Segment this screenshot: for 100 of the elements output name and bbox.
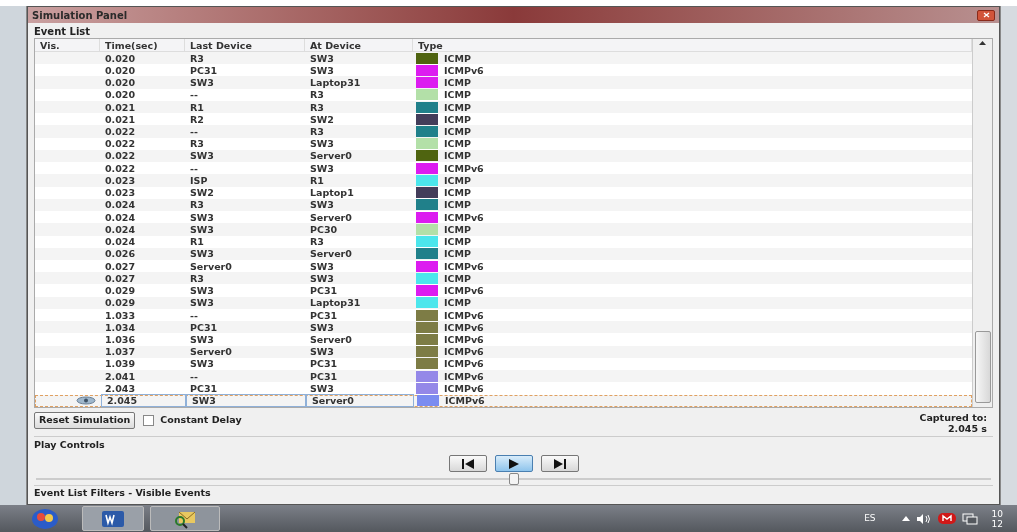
caret-up-icon[interactable] [901, 516, 910, 521]
table-cell-text: Server0 [309, 248, 353, 260]
table-cell: ICMP [444, 236, 471, 248]
taskbar-app-icon[interactable] [150, 506, 220, 531]
skip-forward-icon [552, 458, 567, 469]
table-cell-text: 0.021 [104, 113, 137, 125]
event-row[interactable]: 0.023 ISP R1 ICMP [35, 174, 972, 187]
event-row[interactable]: 1.034 PC31 SW3 ICMPv6 [35, 321, 972, 334]
table-cell: Server0 [306, 394, 414, 408]
event-row[interactable]: 0.024 SW3 PC30 ICMP [35, 223, 972, 236]
table-cell-text: 0.020 [104, 52, 137, 64]
table-cell-text: SW2 [189, 187, 215, 199]
play-button[interactable] [494, 455, 533, 472]
table-cell-text: SW3 [309, 260, 335, 272]
captured-value: 2.045 s [948, 423, 987, 434]
table-cell-text: 0.023 [104, 174, 137, 186]
skip-back-icon [460, 458, 475, 469]
table-cell-text: Server0 [189, 260, 233, 272]
table-cell-text: 1.033 [104, 309, 137, 321]
table-cell-text: R3 [189, 138, 205, 150]
table-cell-text: 0.020 [104, 89, 137, 101]
table-cell-text: 0.024 [104, 211, 137, 223]
event-row[interactable]: 0.020 R3 SW3 ICMP [35, 52, 972, 65]
scrollbar-thumb[interactable] [974, 331, 991, 403]
back-button[interactable] [448, 455, 487, 472]
event-row[interactable]: 0.020 SW3 Laptop31 ICMP [35, 76, 972, 89]
clock-text: 10 [991, 508, 1003, 519]
column-header[interactable]: Vis. [35, 39, 100, 51]
table-cell-text: -- [189, 126, 199, 137]
forward-button[interactable] [540, 455, 579, 472]
table-cell-text: R1 [189, 236, 205, 248]
table-cell-text: 0.022 [104, 126, 137, 137]
table-cell-text: SW3 [189, 285, 215, 297]
table-cell: ICMP [444, 89, 471, 101]
table-cell-text: R2 [189, 113, 205, 125]
speed-slider[interactable] [36, 473, 991, 485]
close-button[interactable] [977, 9, 995, 21]
table-cell-text: 0.026 [104, 248, 137, 260]
taskbar-app-icon[interactable] [82, 506, 144, 531]
table-cell-text: SW3 [309, 64, 335, 76]
table-cell: ICMP [444, 223, 471, 235]
table-cell: ICMPv6 [444, 260, 484, 272]
table-cell-text: 0.029 [104, 297, 137, 309]
table-cell: ICMP [444, 272, 471, 284]
table-cell-text: SW3 [309, 346, 335, 358]
table-cell-text: PC31 [189, 382, 219, 394]
speaker-icon[interactable] [915, 513, 932, 524]
table-cell: ICMP [444, 101, 471, 113]
network-icon[interactable] [961, 512, 978, 525]
table-cell: ICMP [444, 126, 471, 137]
table-cell: ICMP [444, 199, 471, 211]
table-cell-text: R1 [309, 174, 325, 186]
table-cell-text: SW2 [309, 113, 335, 125]
event-row[interactable]: 0.022 -- R3 ICMP [35, 125, 972, 138]
eye-icon [75, 396, 97, 406]
table-cell: ICMPv6 [444, 309, 484, 321]
table-cell-text: -- [189, 309, 199, 321]
table-cell-text: SW3 [189, 211, 215, 223]
table-cell-text: 0.020 [104, 77, 137, 89]
table-cell-text: 0.027 [104, 260, 137, 272]
table-cell-text: SW3 [189, 248, 215, 260]
table-cell: ICMP [444, 52, 471, 64]
table-cell-text: R3 [309, 126, 325, 137]
table-cell-text: SW3 [309, 52, 335, 64]
table-cell: ICMP [444, 297, 471, 309]
tray-app-icon[interactable] [937, 513, 956, 524]
reset-simulation-button[interactable]: Reset Simulation [34, 412, 136, 429]
table-cell-text: PC31 [309, 309, 339, 321]
table-cell-text: SW3 [309, 138, 335, 150]
table-cell-text: 1.036 [104, 334, 137, 345]
table-cell-text: 0.020 [104, 64, 137, 76]
column-header[interactable]: Last Device [185, 39, 305, 51]
column-header[interactable]: Time(sec) [100, 39, 185, 51]
table-cell-text: 0.021 [104, 101, 137, 113]
captured-label: Captured to: [919, 412, 987, 423]
table-cell-text: 1.039 [104, 358, 137, 370]
table-cell-text: Laptop31 [309, 297, 362, 309]
scroll-up-icon[interactable] [979, 41, 986, 45]
table-cell-text: PC31 [189, 64, 219, 76]
slider-thumb[interactable] [508, 473, 519, 485]
table-cell: ICMP [444, 174, 471, 186]
table-cell-text: -- [189, 162, 199, 174]
table-cell-text: R3 [309, 89, 325, 101]
table-cell-text: PC30 [309, 223, 339, 235]
section-label: Event List [34, 25, 92, 38]
table-cell-text: SW3 [309, 162, 335, 174]
table-cell-text: PC31 [189, 321, 219, 333]
checkbox[interactable] [143, 415, 155, 426]
column-header[interactable]: At Device [305, 39, 413, 51]
table-cell-text: Server0 [309, 334, 353, 345]
scrollbar[interactable] [972, 39, 992, 407]
event-row[interactable]: 0.027 R3 SW3 ICMP [35, 272, 972, 285]
table-cell: SW3 [186, 394, 306, 408]
table-cell: ICMPv6 [444, 334, 484, 345]
table-cell-text: -- [189, 370, 199, 382]
table-cell: ICMPv6 [444, 64, 484, 76]
event-row[interactable]: 2.041 -- PC31 ICMPv6 [35, 370, 972, 383]
table-cell-text: 0.024 [104, 199, 137, 211]
table-cell-text: 0.029 [104, 285, 137, 297]
language-indicator[interactable]: ES [864, 511, 876, 526]
